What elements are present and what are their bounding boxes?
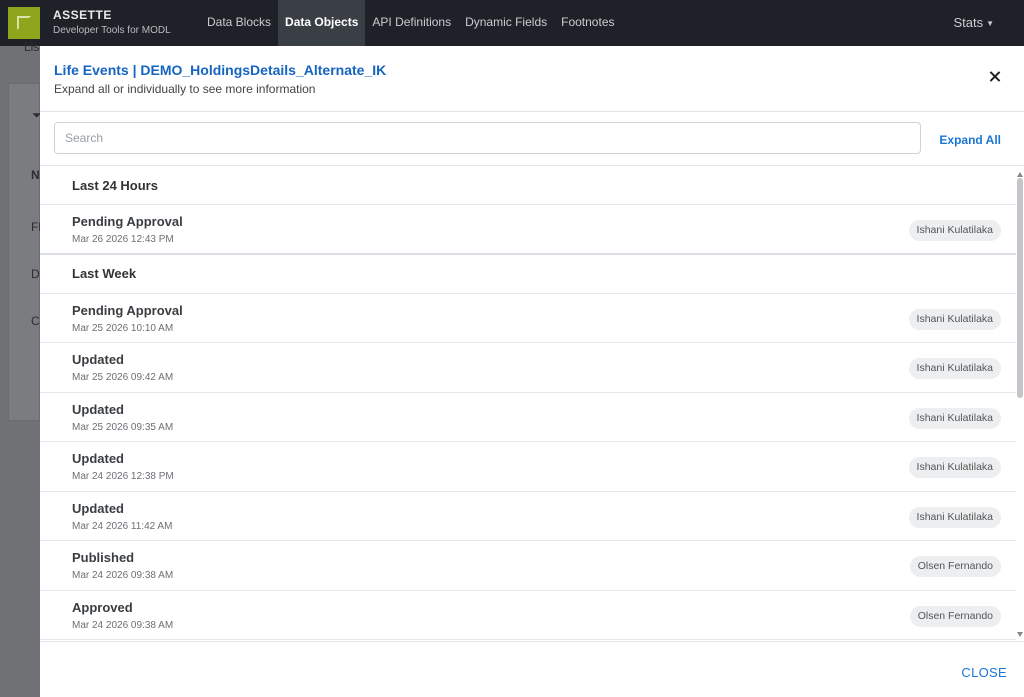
brand-name: ASSETTE	[53, 8, 112, 22]
brand-subtitle: Developer Tools for MODL	[53, 25, 171, 36]
expand-all-button[interactable]: Expand All	[939, 133, 1001, 147]
nav-link-footnotes[interactable]: Footnotes	[554, 0, 621, 46]
close-icon[interactable]	[988, 70, 1002, 84]
event-title: Updated	[72, 500, 124, 516]
nav-links: Data Blocks Data Objects API Definitions…	[200, 0, 622, 46]
event-row[interactable]: Approved Mar 24 2026 09:38 AM Olsen Fern…	[40, 591, 1016, 640]
event-row[interactable]: Updated Mar 25 2026 09:35 AM Ishani Kula…	[40, 393, 1016, 442]
event-row[interactable]: Updated Mar 24 2026 11:42 AM Ishani Kula…	[40, 492, 1016, 541]
event-date: Mar 25 2026 10:10 AM	[72, 322, 174, 334]
brand[interactable]: ASSETTE Developer Tools for MODL	[53, 8, 171, 36]
nav-link-data-blocks[interactable]: Data Blocks	[200, 0, 278, 46]
event-title: Published	[72, 550, 135, 565]
scroll-up-arrow-icon[interactable]	[1017, 172, 1023, 177]
scroll-down-arrow-icon[interactable]	[1017, 632, 1023, 637]
event-title: Pending Approval	[72, 214, 183, 229]
scroll-thumb[interactable]	[1017, 178, 1023, 398]
user-badge: Ishani Kulatilaka	[908, 457, 1001, 478]
assette-logo[interactable]	[8, 7, 40, 39]
caret-down-icon: ▼	[986, 19, 994, 29]
user-badge: Olsen Fernando	[909, 556, 1001, 577]
events-list: Last 24 Hours Pending Approval Mar 26 20…	[40, 166, 1016, 641]
event-date: Mar 24 2026 09:38 AM	[72, 570, 174, 581]
event-date: Mar 24 2026 09:38 AM	[72, 619, 174, 631]
background-fragment: C	[31, 314, 40, 328]
background-fragment: D	[31, 267, 40, 281]
stats-dropdown[interactable]: Stats ▼	[953, 15, 994, 30]
nav-link-api-definitions[interactable]: API Definitions	[365, 0, 458, 46]
top-navbar: ASSETTE Developer Tools for MODL Data Bl…	[0, 0, 1024, 46]
event-title: Updated	[72, 451, 124, 466]
user-badge: Ishani Kulatilaka	[908, 358, 1001, 379]
user-badge: Ishani Kulatilaka	[908, 308, 1001, 330]
event-date: Mar 25 2026 09:42 AM	[72, 372, 174, 383]
event-date: Mar 26 2026 12:43 PM	[72, 234, 174, 245]
modal-title: Life Events | DEMO_HoldingsDetails_Alter…	[54, 62, 387, 78]
event-title: Pending Approval	[72, 302, 183, 318]
close-button[interactable]: CLOSE	[961, 665, 1007, 680]
event-row[interactable]: Updated Mar 25 2026 09:42 AM Ishani Kula…	[40, 343, 1016, 393]
event-row[interactable]: Pending Approval Mar 26 2026 12:43 PM Is…	[40, 205, 1016, 255]
background-card	[8, 83, 40, 421]
background-fragment: Lis	[24, 40, 40, 54]
user-badge: Ishani Kulatilaka	[908, 407, 1001, 429]
life-events-modal: Life Events | DEMO_HoldingsDetails_Alter…	[40, 46, 1024, 697]
nav-link-data-objects[interactable]: Data Objects	[278, 0, 366, 46]
event-date: Mar 24 2026 12:38 PM	[72, 471, 174, 482]
group-header-last-24-hours[interactable]: Last 24 Hours	[40, 166, 1016, 205]
event-row[interactable]: Updated Mar 24 2026 12:38 PM Ishani Kula…	[40, 442, 1016, 492]
modal-header: Life Events | DEMO_HoldingsDetails_Alter…	[40, 46, 1024, 112]
user-badge: Ishani Kulatilaka	[908, 506, 1001, 528]
event-title: Approved	[72, 599, 133, 615]
event-date: Mar 24 2026 11:42 AM	[72, 520, 173, 532]
event-title: Updated	[72, 401, 124, 417]
background-fragment: N	[31, 168, 40, 182]
event-title: Updated	[72, 352, 124, 367]
user-badge: Olsen Fernando	[909, 605, 1001, 627]
event-row[interactable]: Pending Approval Mar 25 2026 10:10 AM Is…	[40, 294, 1016, 343]
event-date: Mar 25 2026 09:35 AM	[72, 421, 174, 433]
group-header-last-week[interactable]: Last Week	[40, 255, 1016, 294]
list-scrollbar[interactable]	[1016, 166, 1024, 641]
user-badge: Ishani Kulatilaka	[908, 220, 1001, 241]
modal-subtitle: Expand all or individually to see more i…	[54, 82, 316, 96]
stats-label: Stats	[953, 15, 984, 30]
search-row: Expand All	[40, 112, 1024, 166]
event-row[interactable]: Published Mar 24 2026 09:38 AM Olsen Fer…	[40, 541, 1016, 591]
modal-footer: CLOSE	[40, 641, 1024, 697]
nav-link-dynamic-fields[interactable]: Dynamic Fields	[458, 0, 554, 46]
search-input[interactable]	[54, 122, 921, 154]
